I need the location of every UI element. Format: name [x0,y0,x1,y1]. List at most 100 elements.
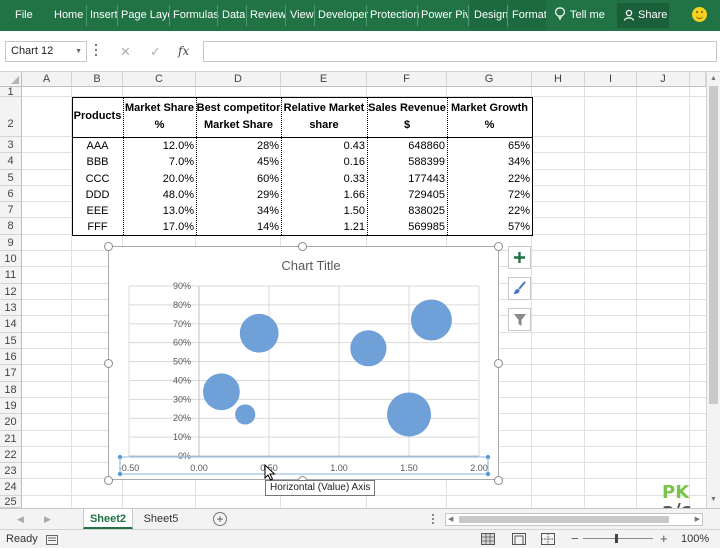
resize-handle[interactable] [104,476,113,485]
vertical-scrollbar[interactable]: ▲ ▼ [706,72,720,508]
table-cell[interactable]: 177443 [367,171,447,187]
table-cell[interactable]: 0.33 [281,171,367,187]
zoom-slider[interactable] [583,538,653,539]
table-cell[interactable]: 17.0% [123,219,196,235]
table-cell[interactable]: FFF [72,219,123,235]
resize-handle[interactable] [494,359,503,368]
row-header[interactable]: 4 [0,153,22,170]
formula-bar-grip[interactable] [95,44,98,58]
row-header[interactable]: 21 [0,431,22,447]
zoom-level[interactable]: 100% [681,533,709,545]
table-cell[interactable]: 72% [447,187,532,203]
tab-insert[interactable]: Insert [90,0,118,31]
share-button[interactable]: Share [617,3,669,28]
table-cell[interactable]: 65% [447,138,532,154]
bubble-chart[interactable]: Chart Title 0% 10% 20% 30% 40% 50% 60% 70% 80% 90%… [108,246,499,480]
resize-handle[interactable] [104,242,113,251]
table-cell[interactable]: 0.16 [281,154,367,170]
tab-power-pivot[interactable]: Power Pivi [421,0,468,31]
table-cell[interactable]: 22% [447,203,532,219]
tab-developer[interactable]: Developer [318,0,368,31]
table-cell[interactable]: 48.0% [123,187,196,203]
row-header[interactable]: 5 [0,170,22,186]
table-cell[interactable]: EEE [72,203,123,219]
row-header[interactable]: 22 [0,447,22,463]
row-header[interactable]: 23 [0,463,22,479]
table-cell[interactable]: 7.0% [123,154,196,170]
table-cell[interactable]: 60% [196,171,281,187]
column-header[interactable]: D [196,72,281,87]
bubble-point[interactable] [387,392,431,437]
horizontal-scroll-thumb[interactable] [459,516,669,523]
row-header[interactable]: 1 [0,87,22,98]
row-header[interactable]: 12 [0,284,22,300]
table-cell[interactable]: 22% [447,171,532,187]
row-header[interactable]: 20 [0,414,22,431]
row-header[interactable]: 2 [0,97,22,137]
column-header[interactable]: E [281,72,367,87]
table-cell[interactable]: 28% [196,138,281,154]
scroll-left-icon[interactable]: ◀ [448,514,453,525]
resize-handle[interactable] [298,242,307,251]
row-header[interactable]: 7 [0,202,22,218]
table-cell[interactable]: 729405 [367,187,447,203]
chart-styles-button[interactable] [508,277,531,300]
row-header[interactable]: 15 [0,333,22,349]
tab-home[interactable]: Home [54,0,83,31]
smiley-feedback-icon[interactable] [692,7,707,22]
horizontal-scrollbar[interactable]: ◀ ▶ [445,513,703,526]
zoom-out-icon[interactable]: − [571,531,579,546]
page-layout-view-icon[interactable] [512,533,526,545]
prev-sheet-icon[interactable]: ◀ [17,509,24,529]
cancel-icon[interactable]: ✕ [120,41,131,62]
table-header-cell[interactable]: Sales Revenue $ [367,100,447,134]
chevron-down-icon[interactable]: ▼ [75,42,82,61]
new-sheet-icon[interactable]: + [213,512,227,526]
zoom-slider-thumb[interactable] [615,534,618,543]
zoom-in-icon[interactable]: + [660,531,668,546]
column-header[interactable]: J [637,72,690,87]
table-cell[interactable]: 57% [447,219,532,235]
chart-filters-button[interactable] [508,308,531,331]
sheet-tab-sheet2[interactable]: Sheet2 [83,509,133,529]
tab-design[interactable]: Design [470,0,507,31]
chart-title[interactable]: Chart Title [281,258,340,273]
row-header[interactable]: 8 [0,218,22,235]
formula-input[interactable] [203,41,717,62]
row-header[interactable]: 3 [0,137,22,153]
vertical-scroll-thumb[interactable] [709,86,718,404]
bubble-point[interactable] [410,299,452,341]
table-cell[interactable]: 20.0% [123,171,196,187]
table-cell[interactable]: 13.0% [123,203,196,219]
table-cell[interactable]: CCC [72,171,123,187]
table-cell[interactable]: AAA [72,138,123,154]
tab-formulas[interactable]: Formulas [173,0,219,31]
row-header[interactable]: 11 [0,267,22,284]
row-header[interactable]: 6 [0,186,22,202]
table-cell[interactable]: BBB [72,154,123,170]
row-header[interactable]: 16 [0,349,22,365]
row-header[interactable]: 14 [0,316,22,333]
row-header[interactable]: 25 [0,496,22,508]
tab-file[interactable]: File [15,0,33,31]
table-cell[interactable]: 1.66 [281,187,367,203]
column-header[interactable]: F [367,72,447,87]
table-header-cell[interactable]: Products [72,108,123,125]
table-header-cell[interactable]: Relative Market share [281,100,367,134]
column-header[interactable]: G [447,72,532,87]
scroll-right-icon[interactable]: ▶ [695,514,700,525]
normal-view-icon[interactable] [481,533,495,545]
row-header[interactable]: 13 [0,300,22,316]
row-header[interactable]: 19 [0,398,22,414]
page-break-view-icon[interactable] [541,533,555,545]
column-header-partial[interactable] [690,72,706,87]
table-cell[interactable]: 1.21 [281,219,367,235]
table-cell[interactable]: 569985 [367,219,447,235]
row-header[interactable]: 18 [0,382,22,398]
chart-elements-button[interactable] [508,246,531,269]
tab-split-grip[interactable] [432,514,435,525]
tell-me-box[interactable]: Tell me [555,0,605,31]
tab-data[interactable]: Data [222,0,245,31]
table-cell[interactable]: 1.50 [281,203,367,219]
table-cell[interactable]: 0.43 [281,138,367,154]
